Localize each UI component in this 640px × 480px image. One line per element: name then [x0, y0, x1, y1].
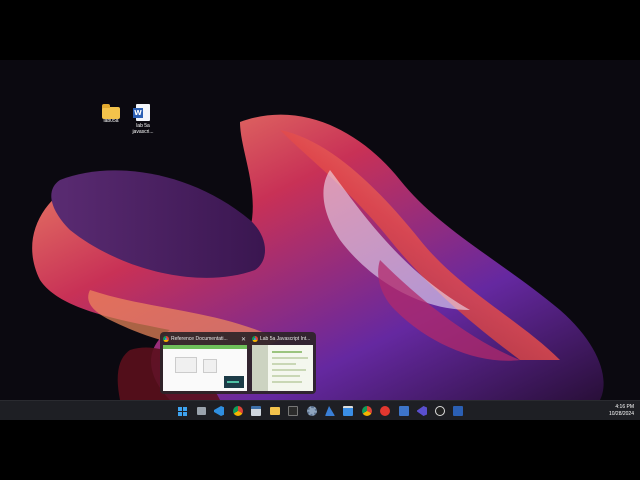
system-tray-clock[interactable]: 4:16 PM 10/28/2024 [594, 404, 634, 418]
word-button[interactable] [451, 404, 465, 418]
desktop[interactable]: lab05a lab 5a javascri... [0, 60, 640, 400]
chrome-profile-button[interactable] [360, 404, 374, 421]
notepad-button[interactable] [397, 404, 411, 418]
task-view-icon [196, 407, 206, 415]
vscode-icon [214, 406, 224, 416]
start-button[interactable] [175, 404, 189, 418]
terminal-icon [288, 406, 298, 416]
thumbnail-reference-documentation[interactable]: Reference Documentati... ✕ [162, 334, 248, 392]
chrome-icon [233, 406, 243, 416]
record-button[interactable] [378, 404, 392, 421]
desktop-icon-label: lab 5a javascri... [132, 123, 154, 135]
close-icon[interactable]: ✕ [241, 336, 248, 343]
clock-time: 4:16 PM [615, 404, 634, 410]
thumbnail-page-preview [252, 345, 313, 391]
chrome-icon [362, 406, 372, 416]
desktop-icon-lab05a[interactable]: lab05a [97, 104, 125, 124]
visual-studio-button[interactable] [415, 404, 429, 418]
folder-icon [270, 407, 280, 415]
taskbar-thumbnail-preview: Reference Documentati... ✕ Lab 5a Javasc… [160, 332, 316, 394]
thumbnail-title: Reference Documentati... [171, 336, 228, 342]
chrome-icon [252, 336, 258, 342]
app-button[interactable] [249, 404, 263, 418]
store-icon [343, 406, 353, 416]
notepad-icon [399, 406, 409, 416]
thumbnail-title: Lab 5a Javascript Int... [260, 336, 311, 342]
desktop-icon-lab5a-javascript[interactable]: lab 5a javascri... [129, 104, 157, 135]
thumbnail-page-preview [163, 345, 247, 391]
azure-icon [325, 406, 335, 416]
azure-button[interactable] [323, 404, 337, 418]
clock-date: 10/28/2024 [608, 411, 634, 417]
letterbox-top [0, 0, 640, 60]
settings-button[interactable] [305, 404, 319, 418]
taskbar: 4:16 PM 10/28/2024 [0, 400, 640, 421]
letterbox-bottom [0, 420, 640, 480]
clock-icon [435, 406, 445, 416]
folder-icon [102, 104, 120, 119]
vscode-button[interactable] [212, 404, 226, 421]
word-document-icon [133, 104, 150, 121]
app-window-icon [251, 406, 261, 416]
word-icon [453, 406, 463, 416]
record-icon [380, 406, 390, 416]
thumbnail-lab5a-javascript[interactable]: Lab 5a Javascript Int... [251, 334, 314, 392]
chrome-icon [163, 336, 169, 342]
chrome-button[interactable] [231, 404, 245, 421]
windows-start-icon [177, 406, 187, 416]
app-store-button[interactable] [341, 404, 355, 418]
visual-studio-icon [417, 406, 427, 416]
task-view-button[interactable] [194, 404, 208, 418]
gear-icon [307, 406, 317, 416]
wallpaper [32, 114, 604, 400]
file-explorer-button[interactable] [268, 404, 282, 418]
terminal-button[interactable] [286, 404, 300, 421]
clock-app-button[interactable] [433, 404, 447, 421]
